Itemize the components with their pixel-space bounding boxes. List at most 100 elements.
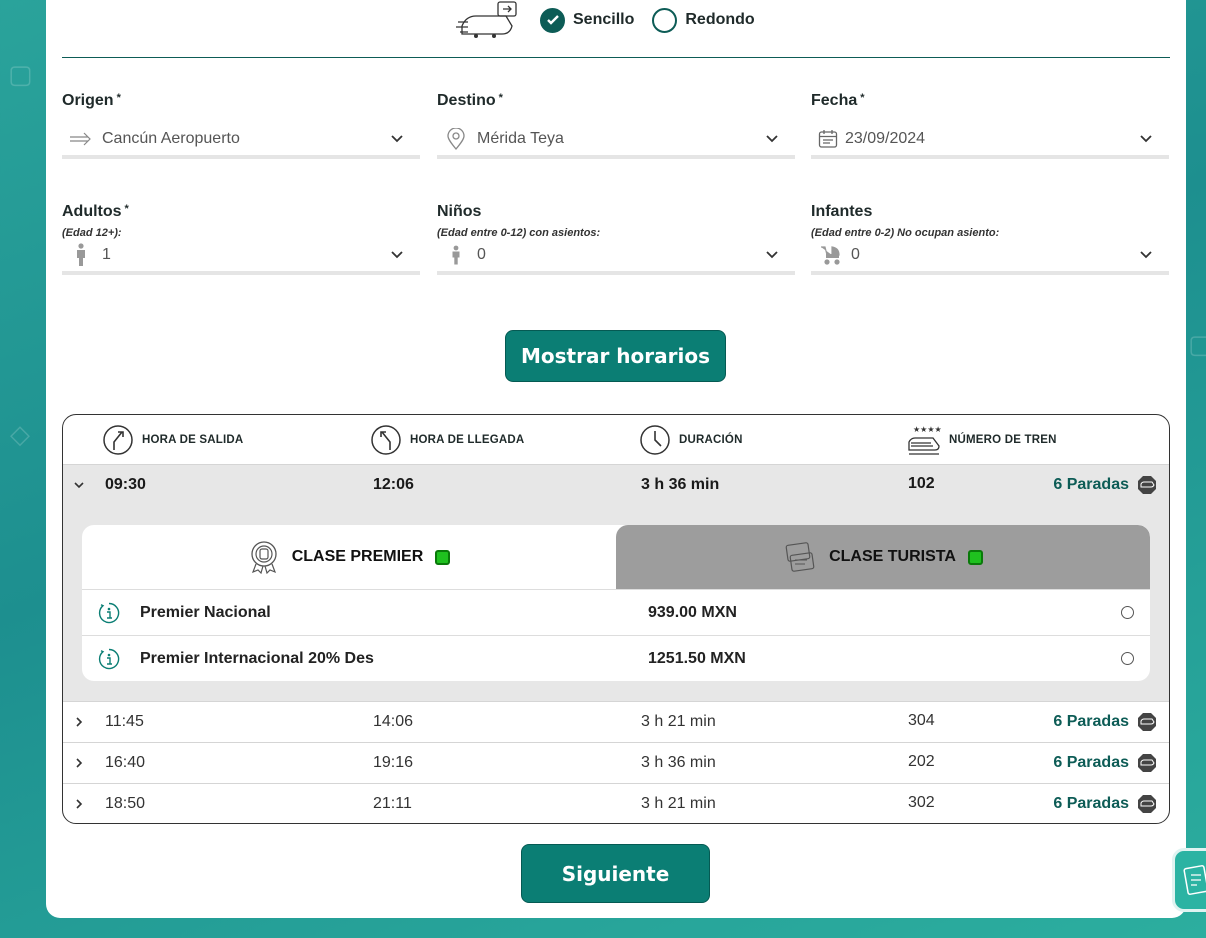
info-icon[interactable] bbox=[98, 602, 120, 624]
chevron-right-icon[interactable] bbox=[73, 757, 85, 769]
round-trip-radio[interactable]: Redondo bbox=[652, 7, 755, 33]
origin-field: Origen * Cancún Aeropuerto bbox=[62, 92, 420, 159]
date-select[interactable]: 23/09/2024 bbox=[811, 123, 1169, 159]
chevron-down-icon bbox=[1140, 135, 1152, 143]
availability-badge bbox=[967, 549, 983, 565]
arrival-time: 14:06 bbox=[373, 713, 414, 730]
schedule-table: HORA DE SALIDA HORA DE LLEGADA DURACIÓN … bbox=[62, 414, 1170, 824]
duration: 3 h 21 min bbox=[641, 795, 716, 812]
tab-tourist[interactable]: CLASE TURISTA bbox=[616, 525, 1150, 589]
background-pattern: ◇ bbox=[10, 420, 30, 450]
stops-train-icon bbox=[1138, 476, 1156, 494]
fare-name: Premier Internacional 20% Des bbox=[140, 649, 374, 667]
table-header: HORA DE SALIDA HORA DE LLEGADA DURACIÓN … bbox=[63, 415, 1169, 464]
chevron-down-icon bbox=[766, 251, 778, 259]
adults-label: Adultos * bbox=[62, 203, 129, 220]
destination-label: Destino * bbox=[437, 92, 503, 109]
one-way-radio[interactable]: Sencillo bbox=[540, 7, 635, 33]
child-icon bbox=[443, 244, 469, 266]
departure-time: 16:40 bbox=[105, 754, 146, 771]
class-tabs: CLASE PREMIER CLASE TURISTA bbox=[82, 525, 1150, 589]
stops-train-icon bbox=[1138, 713, 1156, 731]
arrow-right-icon bbox=[68, 128, 94, 150]
table-row[interactable]: 18:50 21:11 3 h 21 min 302 6 Paradas bbox=[63, 783, 1169, 823]
duration: 3 h 36 min bbox=[641, 476, 720, 493]
departure-time: 09:30 bbox=[105, 476, 146, 493]
calendar-icon bbox=[815, 128, 841, 150]
header-duration: DURACIÓN bbox=[639, 415, 743, 464]
chevron-down-icon bbox=[391, 135, 403, 143]
tab-premier[interactable]: CLASE PREMIER bbox=[82, 525, 616, 589]
origin-label: Origen * bbox=[62, 92, 121, 109]
adults-field: Adultos * (Edad 12+): 1 bbox=[62, 203, 420, 275]
date-field: Fecha * 23/09/2024 bbox=[811, 92, 1169, 159]
chevron-down-icon bbox=[391, 251, 403, 259]
departure-time: 11:45 bbox=[105, 713, 144, 730]
background-pattern: ▢ bbox=[1188, 330, 1206, 360]
arrival-time: 21:11 bbox=[373, 795, 412, 812]
person-icon bbox=[68, 243, 94, 266]
show-schedules-button[interactable]: Mostrar horarios bbox=[505, 330, 726, 382]
fare-radio[interactable] bbox=[1121, 652, 1134, 665]
arrival-icon bbox=[371, 424, 401, 455]
stops-link[interactable]: 6 Paradas bbox=[1053, 475, 1157, 495]
train-number: 202 bbox=[908, 753, 935, 770]
radio-empty-icon bbox=[652, 7, 678, 33]
chevron-down-icon[interactable] bbox=[73, 479, 85, 491]
header-departure: HORA DE SALIDA bbox=[102, 415, 243, 464]
infants-select[interactable]: 0 bbox=[811, 239, 1169, 275]
background-pattern: ▢ bbox=[8, 60, 33, 90]
premier-tab-label: CLASE PREMIER bbox=[291, 548, 424, 565]
svg-text:★★★★: ★★★★ bbox=[913, 425, 941, 434]
location-pin-icon bbox=[443, 128, 469, 150]
duration: 3 h 21 min bbox=[641, 713, 716, 730]
stops-link[interactable]: 6 Paradas bbox=[1053, 753, 1157, 773]
table-row[interactable]: 16:40 19:16 3 h 36 min 202 6 Paradas bbox=[63, 742, 1169, 783]
fare-radio[interactable] bbox=[1121, 606, 1134, 619]
table-row[interactable]: 09:30 12:06 3 h 36 min 102 6 Paradas bbox=[63, 464, 1169, 505]
fare-name: Premier Nacional bbox=[140, 603, 271, 621]
info-icon[interactable] bbox=[98, 648, 120, 670]
children-field: Niños (Edad entre 0-12) con asientos: 0 bbox=[437, 203, 795, 275]
stops-link[interactable]: 6 Paradas bbox=[1053, 712, 1157, 732]
duration: 3 h 36 min bbox=[641, 754, 716, 771]
next-button[interactable]: Siguiente bbox=[521, 844, 710, 903]
infants-label: Infantes bbox=[811, 203, 873, 220]
availability-badge bbox=[435, 549, 451, 565]
chevron-down-icon bbox=[766, 135, 778, 143]
destination-field: Destino * Mérida Teya bbox=[437, 92, 795, 159]
train-number: 304 bbox=[908, 712, 935, 729]
chevron-down-icon bbox=[1140, 251, 1152, 259]
fare-row[interactable]: Premier Internacional 20% Des 1251.50 MX… bbox=[82, 635, 1150, 681]
table-row[interactable]: 11:45 14:06 3 h 21 min 304 6 Paradas bbox=[63, 701, 1169, 742]
ticket-icon bbox=[1183, 865, 1206, 895]
fare-row[interactable]: Premier Nacional 939.00 MXN bbox=[82, 589, 1150, 635]
stroller-icon bbox=[817, 244, 843, 266]
fare-price: 1251.50 MXN bbox=[648, 649, 746, 667]
header-train-number: ★★★★ NÚMERO DE TREN bbox=[907, 415, 1057, 464]
tourist-tickets-icon bbox=[785, 542, 815, 572]
one-way-label: Sencillo bbox=[573, 11, 635, 28]
row-details: CLASE PREMIER CLASE TURISTA Premier Naci… bbox=[63, 505, 1169, 701]
chevron-right-icon[interactable] bbox=[73, 798, 85, 810]
trip-type-selector: Sencillo Redondo bbox=[456, 0, 773, 40]
origin-select[interactable]: Cancún Aeropuerto bbox=[62, 123, 420, 159]
floating-ticket-tab[interactable] bbox=[1172, 848, 1206, 912]
departure-time: 18:50 bbox=[105, 795, 146, 812]
chevron-right-icon[interactable] bbox=[73, 716, 85, 728]
departure-icon bbox=[103, 424, 133, 455]
children-select[interactable]: 0 bbox=[437, 239, 795, 275]
children-label: Niños bbox=[437, 203, 482, 220]
section-divider bbox=[62, 57, 1170, 58]
stops-train-icon bbox=[1138, 754, 1156, 772]
destination-select[interactable]: Mérida Teya bbox=[437, 123, 795, 159]
round-trip-label: Redondo bbox=[685, 11, 755, 28]
stops-link[interactable]: 6 Paradas bbox=[1053, 794, 1157, 814]
checkmark-icon bbox=[540, 7, 565, 33]
arrival-time: 12:06 bbox=[373, 476, 414, 493]
tourist-tab-label: CLASE TURISTA bbox=[829, 548, 956, 565]
adults-select[interactable]: 1 bbox=[62, 239, 420, 275]
header-arrival: HORA DE LLEGADA bbox=[370, 415, 524, 464]
fare-price: 939.00 MXN bbox=[648, 603, 737, 621]
arrival-time: 19:16 bbox=[373, 754, 414, 771]
